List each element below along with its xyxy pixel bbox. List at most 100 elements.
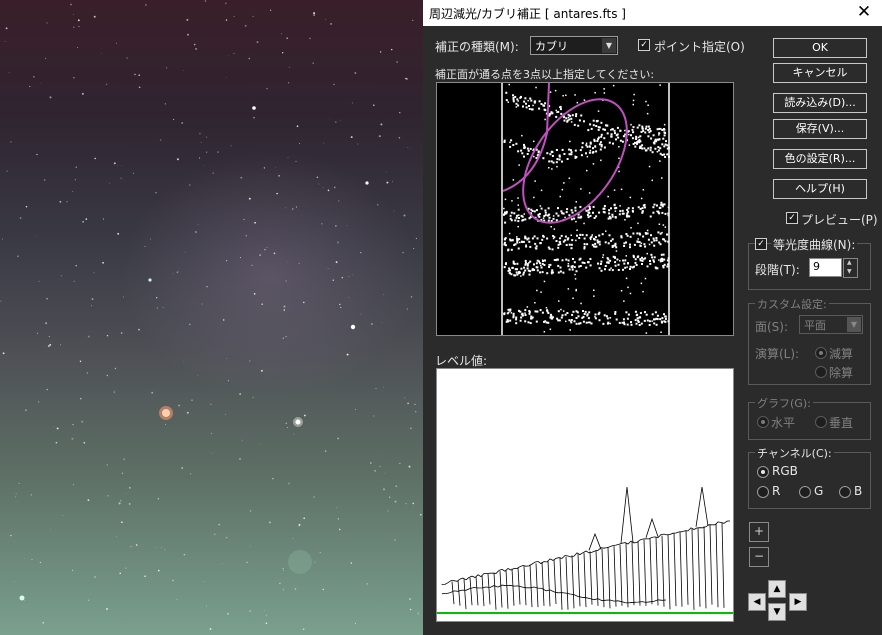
channel-radio-rgb[interactable] [757,466,769,478]
arrow-right-button[interactable]: ▶ [789,593,807,611]
sample-point [570,117,573,120]
sample-point [656,128,659,131]
spinner-up-icon[interactable]: ▲ [847,259,852,266]
star [263,167,266,169]
channel-radio-b[interactable] [839,486,851,498]
close-icon[interactable]: ✕ [854,2,874,22]
steps-spinner[interactable]: ▲ ▼ [843,258,858,278]
sample-point [535,266,538,269]
sample-point [587,216,590,219]
sample-point [581,233,584,236]
star [206,151,208,153]
sample-point [568,177,571,179]
sample-point [592,211,594,214]
sample-point [544,209,547,212]
save-button[interactable]: 保存(V)... [773,119,867,139]
sample-point [662,265,664,267]
star [116,165,118,167]
arrow-down-button[interactable]: ▼ [768,603,786,621]
sample-point [657,149,660,152]
sample-point [625,241,627,244]
subtract-radio[interactable] [815,347,827,359]
sample-point [560,210,563,213]
divide-radio[interactable] [815,366,827,378]
sample-point [569,114,572,117]
preview-checkbox[interactable]: ✓ [786,212,798,224]
star [384,472,386,474]
sample-point [624,219,626,221]
sample-point [667,240,670,243]
star [205,605,207,607]
spinner-down-icon[interactable]: ▼ [847,268,852,275]
sample-point [583,222,585,225]
channel-radio-r[interactable] [757,486,769,498]
sample-point [570,121,573,123]
ok-button[interactable]: OK [773,38,867,58]
sample-point [594,313,597,316]
correction-type-select[interactable]: カブリ ▼ [530,36,618,55]
sample-point [507,101,509,103]
sample-point [652,141,655,144]
sample-point [546,272,549,275]
zoom-out-button[interactable]: − [749,547,769,567]
image-point-panel[interactable] [436,82,734,336]
sample-point [619,139,622,142]
sample-point [534,180,536,182]
sample-point [586,155,589,158]
title-bar[interactable]: 周辺減光/カブリ補正 [ antares.fts ] ✕ [423,0,882,26]
star [239,393,241,395]
sample-point [625,311,628,314]
sample-point [512,144,515,146]
point-checkbox[interactable]: ✓ [638,39,650,51]
sample-point [517,197,519,199]
point-canvas[interactable] [437,83,733,335]
sample-point [557,310,560,313]
channel-radio-g[interactable] [799,486,811,498]
steps-input[interactable]: 9 [809,258,842,277]
sample-point [544,109,547,112]
sample-point [544,118,546,121]
sample-point [570,320,572,323]
star [252,396,254,399]
arrow-up-button[interactable]: ▲ [768,580,786,598]
surface-select[interactable]: 平面 ▼ [799,315,863,334]
zoom-in-button[interactable]: + [749,522,769,542]
isophote-checkbox[interactable]: ✓ [755,238,767,250]
sample-point [635,322,638,325]
channel-label-rgb: RGB [772,464,798,478]
star [319,552,321,554]
sample-point [568,148,571,151]
sample-point [664,212,667,215]
horizontal-radio[interactable] [757,416,769,428]
star [259,254,262,257]
help-button[interactable]: ヘルプ(H) [773,179,867,199]
vertical-radio[interactable] [815,416,827,428]
sample-point [555,161,558,164]
load-button[interactable]: 読み込み(D)... [773,93,867,113]
sample-point [657,231,660,234]
sample-point [574,94,576,96]
star [211,453,212,455]
cancel-button[interactable]: キャンセル [773,63,867,83]
sample-point [534,310,537,313]
sample-point [640,242,643,244]
sample-point [586,169,588,172]
sample-point [517,247,520,250]
sample-point [652,206,655,209]
sample-point [521,152,524,155]
color-settings-button[interactable]: 色の設定(R)... [773,149,867,169]
sample-point [512,260,515,263]
arrow-left-button[interactable]: ◀ [748,593,766,611]
sample-point [644,131,647,134]
sample-point [649,130,652,132]
sample-point [547,207,550,210]
sample-point [540,264,542,267]
star [298,523,301,526]
sample-point [516,262,519,265]
star [286,426,288,428]
level-trace [715,523,719,608]
sample-point [581,316,584,319]
star [399,462,401,464]
sample-point [661,211,664,214]
sample-point [585,142,588,145]
